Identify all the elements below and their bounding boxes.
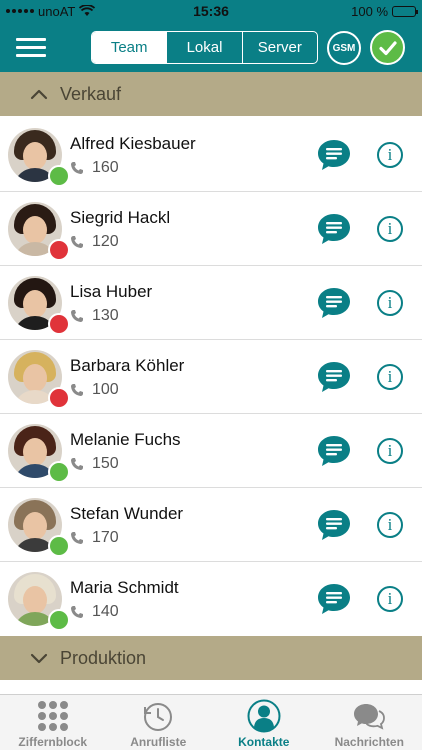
phone-icon [71,236,83,248]
carrier-label: unoAT [38,3,76,19]
toolbar: Team Lokal Server GSM [0,22,422,72]
signal-icon [6,9,34,13]
phone-icon [71,606,83,618]
segment-team[interactable]: Team [92,32,168,63]
tab-label: Kontakte [238,735,290,749]
battery-label: 100 % [351,3,389,19]
chevron-down-icon [30,653,48,664]
contact-row[interactable]: Maria Schmidt 140 i [0,562,422,636]
contact-name: Alfred Kiesbauer [70,134,196,153]
phone-icon [71,458,83,470]
chat-icon [354,704,386,730]
contact-name: Stefan Wunder [70,504,184,523]
wifi-icon [79,5,96,16]
battery-icon [392,5,419,17]
status-indicator [48,165,70,187]
tab-label: Nachrichten [334,735,404,749]
section-header-produktion[interactable]: Produktion [0,636,422,680]
status-indicator [48,461,70,483]
contact-row[interactable]: Melanie Fuchs 150 i [0,414,422,488]
extension: 120 [92,233,119,250]
contact-row[interactable]: Barbara Köhler 100 i [0,340,422,414]
tab-ziffernblock[interactable]: Ziffernblock [0,695,106,750]
contact-name: Barbara Köhler [70,356,185,375]
chat-icon[interactable] [316,137,352,173]
extension: 150 [92,455,119,472]
keypad-icon [36,699,70,733]
info-icon[interactable]: i [377,438,403,464]
chat-icon[interactable] [316,507,352,543]
history-icon [144,703,173,731]
contact-row[interactable]: Lisa Huber 130 i [0,266,422,340]
info-icon[interactable]: i [377,586,403,612]
contact-row[interactable]: Siegrid Hackl 120 i [0,192,422,266]
status-indicator [48,313,70,335]
extension: 100 [92,381,119,398]
tab-label: Anrufliste [130,735,187,749]
contact-row[interactable]: Stefan Wunder 170 i [0,488,422,562]
hamburger-icon [16,38,46,41]
chat-icon[interactable] [316,581,352,617]
contact-name: Siegrid Hackl [70,208,171,227]
chevron-up-icon [30,89,48,100]
gsm-button[interactable]: GSM [327,31,361,65]
chat-icon[interactable] [316,285,352,321]
tab-nachrichten[interactable]: Nachrichten [317,695,422,750]
phone-icon [71,384,83,396]
info-icon[interactable]: i [377,290,403,316]
contact-row[interactable]: Alfred Kiesbauer 160 i [0,118,422,192]
info-icon[interactable]: i [377,142,403,168]
tab-anrufliste[interactable]: Anrufliste [106,695,212,750]
contacts-icon [247,699,281,733]
menu-button[interactable] [16,38,46,58]
segment-lokal[interactable]: Lokal [167,32,243,63]
extension: 160 [92,159,119,176]
contact-list: Alfred Kiesbauer 160 i Siegrid Hackl 120… [0,118,422,636]
section-header-verkauf[interactable]: Verkauf [0,72,422,116]
segment-server[interactable]: Server [243,32,317,63]
phone-icon [71,310,83,322]
chat-icon[interactable] [316,359,352,395]
status-indicator [48,239,70,261]
chat-icon[interactable] [316,211,352,247]
tab-kontakte[interactable]: Kontakte [211,695,317,750]
tab-label: Ziffernblock [18,735,88,749]
info-icon[interactable]: i [377,216,403,242]
status-bar: unoAT 15:36 100 % [0,0,422,22]
extension: 170 [92,529,119,546]
clock: 15:36 [193,3,229,19]
contact-name: Lisa Huber [70,282,153,301]
info-icon[interactable]: i [377,512,403,538]
checkmark-icon [378,40,397,55]
contact-name: Melanie Fuchs [70,430,181,449]
phone-icon [71,532,83,544]
source-segmented-control: Team Lokal Server [91,31,318,64]
status-indicator [48,609,70,631]
section-title: Verkauf [60,83,122,104]
status-check-button[interactable] [370,30,405,65]
info-icon[interactable]: i [377,364,403,390]
phone-icon [71,162,83,174]
status-indicator [48,387,70,409]
section-title: Produktion [60,647,147,668]
contact-name: Maria Schmidt [70,578,179,597]
status-indicator [48,535,70,557]
extension: 130 [92,307,119,324]
tab-bar: Ziffernblock Anrufliste Kontakte Nachric… [0,694,422,750]
extension: 140 [92,603,119,620]
chat-icon[interactable] [316,433,352,469]
